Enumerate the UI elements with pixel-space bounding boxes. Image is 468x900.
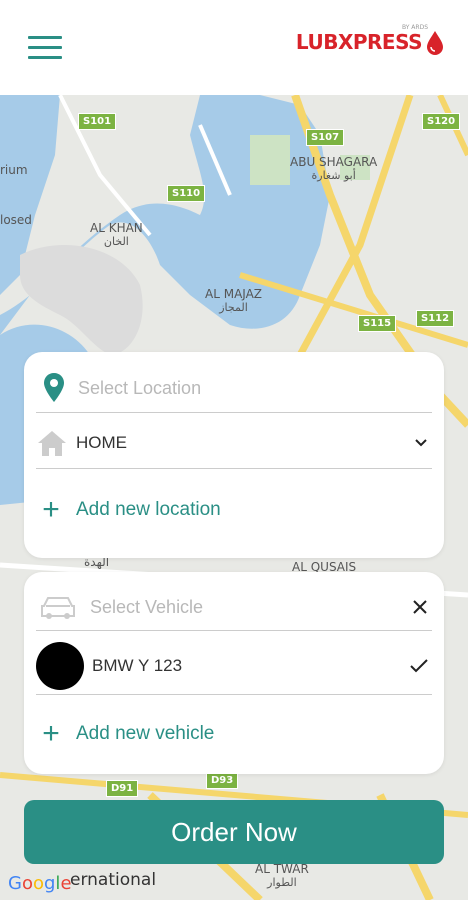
plus-icon: + — [42, 717, 60, 750]
car-icon — [41, 597, 75, 619]
brand-logo: LUBXPRESS — [296, 30, 446, 66]
google-attribution: Google — [8, 873, 72, 894]
map-place-label: AL KHAN الخان — [90, 221, 143, 248]
vehicle-placeholder: Select Vehicle — [90, 596, 204, 617]
road-sign: S107 — [306, 129, 345, 146]
selected-location: HOME — [76, 433, 127, 452]
home-icon — [38, 431, 66, 456]
add-vehicle-button[interactable]: + Add new vehicle — [36, 712, 432, 756]
logo-text: LUBXPRESS — [295, 30, 423, 54]
checkmark-icon — [410, 659, 428, 673]
menu-icon[interactable] — [28, 36, 62, 60]
map-place-label: ernational — [70, 870, 157, 890]
select-location-field[interactable]: Select Location — [36, 364, 432, 413]
add-location-button[interactable]: + Add new location — [36, 488, 432, 532]
vehicle-list-item[interactable]: BMW Y 123 — [36, 638, 432, 695]
map-place-label: AL TWAR الطوار — [255, 862, 309, 889]
oil-drop-icon — [427, 31, 443, 55]
map-place-label: AL MAJAZ المجاز — [205, 287, 263, 314]
road-sign: S110 — [167, 185, 206, 202]
road-sign: D91 — [106, 780, 139, 797]
vehicle-avatar — [36, 642, 84, 690]
app-header: LUBXPRESS BY ARDS — [0, 0, 468, 95]
location-placeholder: Select Location — [78, 377, 202, 398]
road-sign: D93 — [206, 772, 239, 789]
map-place-label: losed — [0, 213, 32, 227]
add-vehicle-label: Add new vehicle — [76, 723, 215, 744]
vehicle-card: Select Vehicle BMW Y 123 + Add new vehic… — [24, 572, 444, 774]
logo-subtitle: BY ARDS — [401, 24, 428, 31]
order-now-button[interactable]: Order Now — [24, 800, 444, 864]
plus-icon: + — [42, 493, 60, 526]
select-vehicle-field[interactable]: Select Vehicle — [36, 584, 432, 631]
road-sign: S115 — [358, 315, 397, 332]
map-place-label: ABU SHAGARA أبو شغارة — [290, 155, 378, 182]
add-location-label: Add new location — [76, 499, 221, 520]
close-icon[interactable] — [412, 599, 428, 615]
road-sign: S112 — [416, 310, 455, 327]
location-dropdown[interactable]: HOME — [36, 418, 432, 469]
road-sign: S120 — [422, 113, 461, 130]
vehicle-name: BMW Y 123 — [92, 656, 183, 675]
map-place-label: rium — [0, 163, 28, 177]
location-pin-icon — [44, 373, 64, 402]
chevron-down-icon — [415, 439, 427, 447]
road-sign: S101 — [78, 113, 117, 130]
location-card: Select Location HOME + Add new location — [24, 352, 444, 558]
